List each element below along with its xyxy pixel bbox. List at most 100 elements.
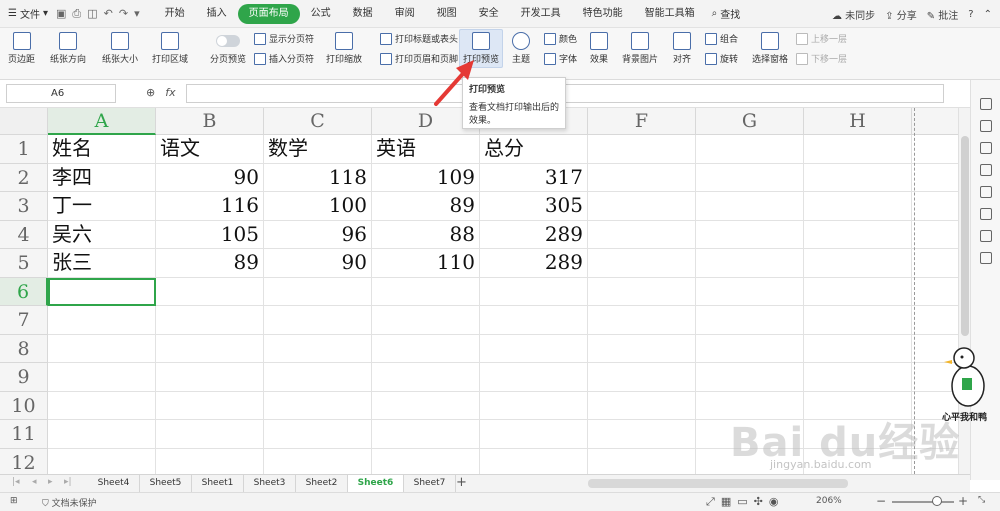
normal-view-icon[interactable]: ▦ — [721, 495, 737, 508]
cell-b4[interactable]: 105 — [156, 220, 264, 249]
collapse-icon[interactable]: ⌃ — [984, 9, 992, 20]
cell-e5[interactable]: 289 — [480, 249, 588, 278]
cell-a9[interactable] — [48, 363, 156, 392]
cell-h8[interactable] — [804, 334, 912, 363]
cell-i5[interactable] — [912, 249, 958, 278]
column-header-f[interactable]: F — [588, 108, 696, 135]
cell-a12[interactable] — [48, 448, 156, 474]
cell-h3[interactable] — [804, 192, 912, 221]
column-header-a[interactable]: A — [48, 108, 156, 135]
cell-b10[interactable] — [156, 391, 264, 420]
share-button[interactable]: ⇪ 分享 — [885, 7, 917, 22]
macro-icon[interactable]: ⊞ — [10, 496, 18, 506]
group-button[interactable]: 组合 — [705, 32, 738, 45]
cell-e11[interactable] — [480, 420, 588, 449]
cell-d2[interactable]: 109 — [372, 163, 480, 192]
fit-window-icon[interactable]: ⤡ — [978, 495, 985, 505]
cell-a8[interactable] — [48, 334, 156, 363]
colors-button[interactable]: 颜色 — [544, 32, 577, 45]
column-header-i[interactable] — [912, 108, 958, 135]
zoom-slider[interactable] — [892, 501, 954, 503]
cell-g8[interactable] — [696, 334, 804, 363]
print-titles-button[interactable]: 打印标题或表头 — [380, 32, 458, 45]
cell-f6[interactable] — [588, 277, 696, 306]
row-header-6[interactable]: 6 — [0, 277, 48, 306]
cell-e6[interactable] — [480, 277, 588, 306]
cell-a1[interactable]: 姓名 — [48, 135, 156, 164]
print-icon[interactable]: ⎙ — [72, 7, 81, 21]
cell-g4[interactable] — [696, 220, 804, 249]
cell-b12[interactable] — [156, 448, 264, 474]
next-sheet-icon[interactable]: ▸ — [48, 477, 53, 487]
row-header-1[interactable]: 1 — [0, 135, 48, 164]
cell-d9[interactable] — [372, 363, 480, 392]
cell-a3[interactable]: 丁一 — [48, 192, 156, 221]
row-header-11[interactable]: 11 — [0, 420, 48, 449]
cell-g1[interactable] — [696, 135, 804, 164]
cell-d3[interactable]: 89 — [372, 192, 480, 221]
undo-icon[interactable]: ↶ — [104, 7, 113, 21]
sheet-tab-sheet3[interactable]: Sheet3 — [244, 475, 296, 492]
tab-7[interactable]: 安全 — [468, 4, 510, 24]
cell-e4[interactable]: 289 — [480, 220, 588, 249]
row-header-10[interactable]: 10 — [0, 391, 48, 420]
zoom-out-icon[interactable]: − — [876, 494, 886, 508]
fx-icon[interactable]: fx — [165, 86, 175, 99]
cell-i1[interactable] — [912, 135, 958, 164]
theme-button[interactable]: 主题 — [512, 32, 530, 65]
help-icon[interactable]: ? — [968, 9, 973, 20]
cell-d4[interactable]: 88 — [372, 220, 480, 249]
shape-icon[interactable] — [979, 120, 992, 132]
show-page-breaks-checkbox[interactable]: 显示分页符 — [254, 32, 314, 45]
zoom-formula-icon[interactable]: ⊕ — [146, 86, 155, 99]
cell-i6[interactable] — [912, 278, 958, 306]
sync-button[interactable]: ☁ 未同步 — [832, 7, 875, 22]
column-header-b[interactable]: B — [156, 108, 264, 135]
cell-c5[interactable]: 90 — [264, 249, 372, 278]
cell-a10[interactable] — [48, 391, 156, 420]
row-header-3[interactable]: 3 — [0, 192, 48, 221]
filter-icon[interactable] — [979, 208, 992, 220]
fonts-button[interactable]: 字体 — [544, 52, 577, 65]
cell-c11[interactable] — [264, 420, 372, 449]
cell-i4[interactable] — [912, 221, 958, 249]
cell-f4[interactable] — [588, 220, 696, 249]
selection-pane-button[interactable]: 选择窗格 — [752, 32, 788, 65]
column-header-c[interactable]: C — [264, 108, 372, 135]
cell-b9[interactable] — [156, 363, 264, 392]
cell-f11[interactable] — [588, 420, 696, 449]
tab-6[interactable]: 视图 — [426, 4, 468, 24]
cell-c6[interactable] — [264, 277, 372, 306]
cell-e3[interactable]: 305 — [480, 192, 588, 221]
cell-b2[interactable]: 90 — [156, 163, 264, 192]
cell-c8[interactable] — [264, 334, 372, 363]
cell-g3[interactable] — [696, 192, 804, 221]
cell-e12[interactable] — [480, 448, 588, 474]
cell-c7[interactable] — [264, 306, 372, 335]
cell-f9[interactable] — [588, 363, 696, 392]
preview-icon[interactable]: ◫ — [87, 7, 97, 21]
redo-icon[interactable]: ↷ — [119, 7, 128, 21]
cell-e2[interactable]: 317 — [480, 163, 588, 192]
cell-g9[interactable] — [696, 363, 804, 392]
cell-b8[interactable] — [156, 334, 264, 363]
cell-c9[interactable] — [264, 363, 372, 392]
more-icon[interactable]: ▾ — [134, 7, 140, 21]
cell-d6[interactable] — [372, 277, 480, 306]
cell-h2[interactable] — [804, 163, 912, 192]
cell-e7[interactable] — [480, 306, 588, 335]
cell-a11[interactable] — [48, 420, 156, 449]
tab-5[interactable]: 审阅 — [384, 4, 426, 24]
background-image-button[interactable]: 背景图片 — [622, 32, 658, 65]
sheet-tab-sheet7[interactable]: Sheet7 — [404, 475, 456, 492]
chart-icon[interactable] — [979, 186, 992, 198]
cell-b6[interactable] — [156, 277, 264, 306]
cell-f12[interactable] — [588, 448, 696, 474]
protection-status[interactable]: ⛉ 文档未保护 — [42, 496, 97, 509]
select-icon[interactable] — [979, 98, 992, 110]
cell-g2[interactable] — [696, 163, 804, 192]
cell-c2[interactable]: 118 — [264, 163, 372, 192]
rotate-button[interactable]: 旋转 — [705, 52, 738, 65]
row-header-7[interactable]: 7 — [0, 306, 48, 335]
sheet-tab-sheet4[interactable]: Sheet4 — [88, 475, 140, 492]
